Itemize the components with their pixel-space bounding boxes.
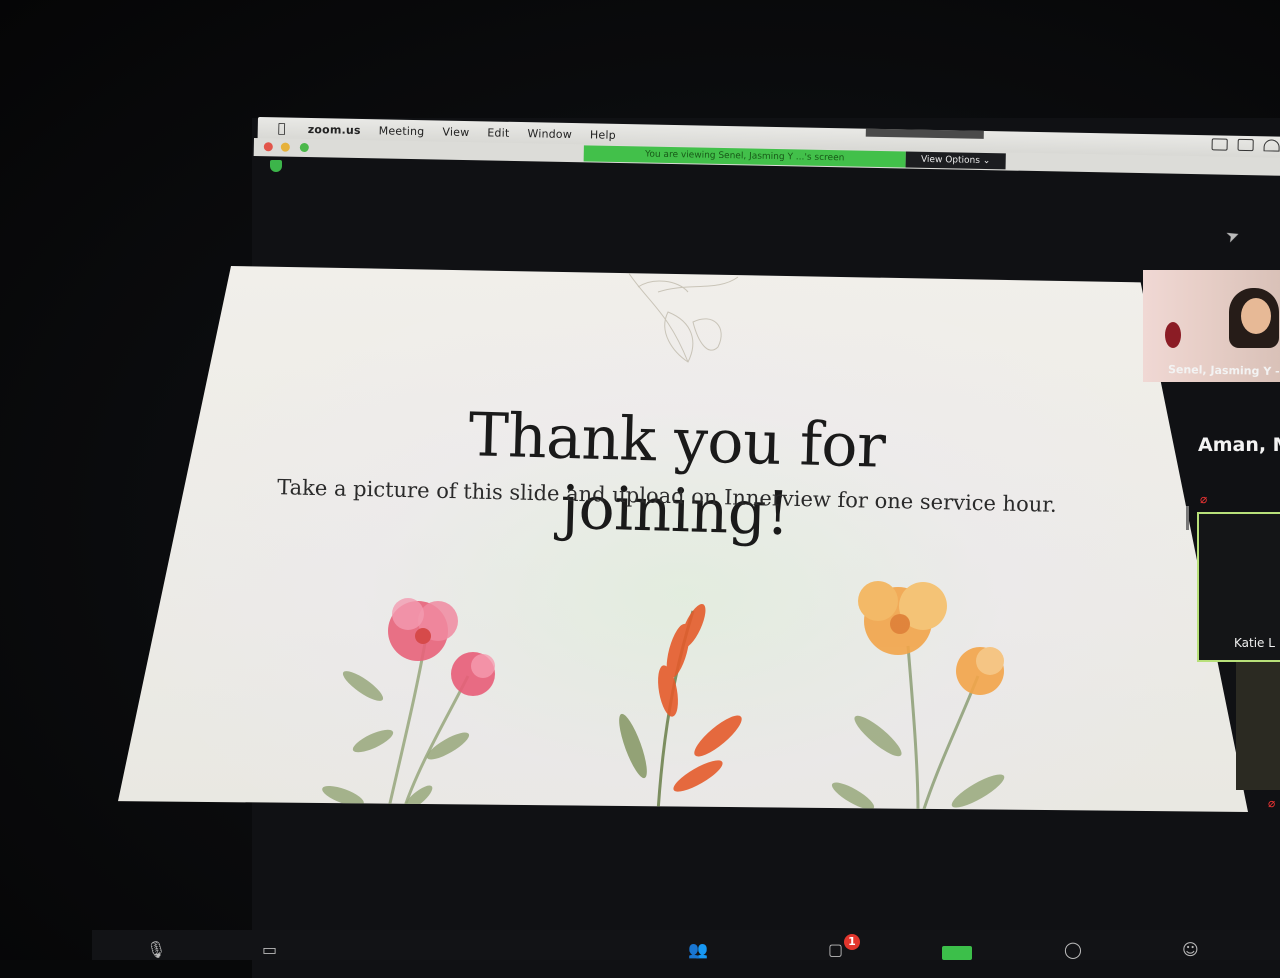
participant-tile-4[interactable] bbox=[1236, 662, 1280, 790]
reactions-icon[interactable]: ☺ bbox=[1182, 940, 1199, 959]
menu-window[interactable]: Window bbox=[527, 127, 572, 141]
participant-name-3: Katie L bbox=[1234, 636, 1275, 650]
menu-meeting[interactable]: Meeting bbox=[379, 124, 425, 138]
minimize-window-button[interactable] bbox=[280, 142, 290, 152]
wifi-icon[interactable] bbox=[1263, 139, 1280, 152]
orange-flower-small bbox=[956, 647, 1004, 695]
participant-name-2: Aman, M bbox=[1198, 434, 1280, 456]
screen-mirror-icon[interactable] bbox=[1211, 138, 1228, 151]
video-off-icon[interactable]: ▭ bbox=[262, 940, 277, 959]
muted-mic-icon: ⌀ bbox=[1200, 492, 1208, 506]
line-art-flower-sketch bbox=[627, 272, 739, 363]
pink-flower-large bbox=[388, 598, 458, 661]
participants-icon[interactable]: 👥 bbox=[688, 940, 708, 959]
pink-flower-small bbox=[451, 652, 495, 696]
menu-app-name[interactable]: zoom.us bbox=[308, 122, 361, 136]
watercolor-flowers bbox=[322, 581, 1005, 812]
wall-decoration bbox=[1165, 322, 1181, 348]
display-icon[interactable] bbox=[1237, 138, 1254, 152]
close-window-button[interactable] bbox=[263, 142, 273, 152]
menu-view[interactable]: View bbox=[442, 125, 469, 139]
meeting-toolbar: 🎙 ▭ 👥 ▢ 1 ◯ ☺ bbox=[92, 930, 1280, 960]
security-shield-icon[interactable] bbox=[270, 160, 282, 172]
zoom-window-button[interactable] bbox=[299, 142, 309, 153]
chat-badge: 1 bbox=[844, 934, 860, 950]
participant-face bbox=[1241, 298, 1271, 334]
view-options-button[interactable]: View Options ⌄ bbox=[905, 151, 1006, 170]
menubar-status-icons bbox=[1211, 138, 1280, 152]
menubar-dark-tab bbox=[865, 128, 984, 139]
panel-resize-handle[interactable] bbox=[1186, 506, 1189, 530]
menu-help[interactable]: Help bbox=[590, 128, 616, 141]
chat-icon[interactable]: ▢ bbox=[828, 940, 843, 959]
record-icon[interactable]: ◯ bbox=[1064, 940, 1082, 959]
share-screen-icon[interactable] bbox=[942, 946, 972, 960]
slide-title: Thank you for joining! bbox=[467, 400, 887, 550]
microphone-muted-icon[interactable]: 🎙 bbox=[146, 940, 166, 959]
participant-name-1: Senel, Jasming Y - bbox=[1167, 363, 1280, 378]
menu-edit[interactable]: Edit bbox=[487, 126, 509, 139]
shared-slide: Thank you for joining! Take a picture of… bbox=[118, 266, 1248, 812]
apple-icon[interactable]:  bbox=[278, 121, 292, 136]
orange-flower-large bbox=[858, 581, 947, 655]
muted-mic-icon-2: ⌀ bbox=[1268, 796, 1276, 810]
